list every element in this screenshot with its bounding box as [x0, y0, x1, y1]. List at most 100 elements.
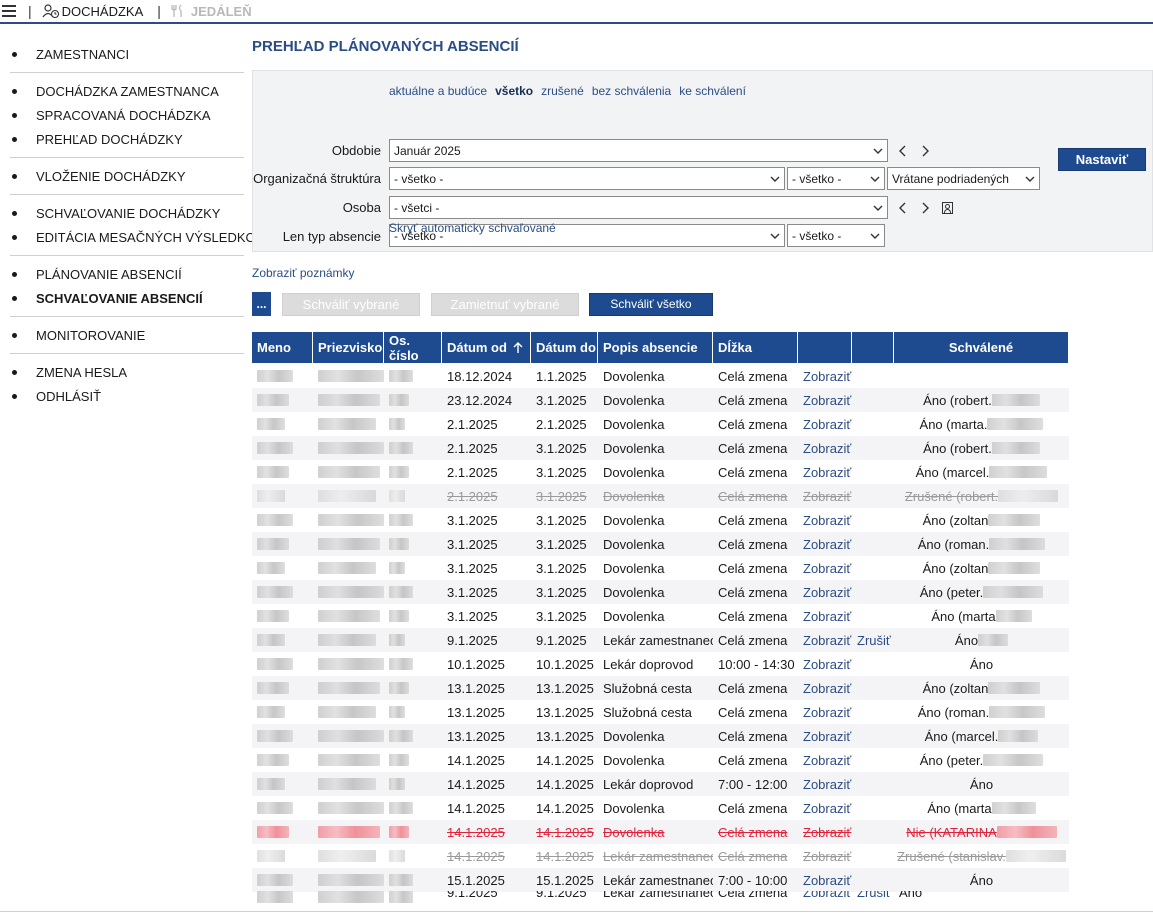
quick-filter-link[interactable]: ke schválení: [679, 84, 746, 98]
show-link[interactable]: Zobraziť: [803, 753, 851, 768]
cell-to: 13.1.2025: [536, 704, 594, 720]
nastavit-button[interactable]: Nastaviť: [1058, 148, 1146, 171]
show-link[interactable]: Zobraziť: [803, 585, 851, 600]
sidebar-item[interactable]: ZMENA HESLA: [10, 360, 244, 384]
typ-sub-select[interactable]: - všetko -: [787, 224, 885, 247]
show-link[interactable]: Zobraziť: [803, 825, 851, 840]
column-header[interactable]: Schválené: [894, 332, 1069, 363]
next-person-button[interactable]: [918, 201, 932, 215]
table-row[interactable]: 3.1.2025 3.1.2025 Dovolenka Celá zmena Zobra…: [252, 508, 1069, 532]
table-row[interactable]: 2.1.2025 3.1.2025 Dovolenka Celá zmena Zobra…: [252, 460, 1069, 484]
sidebar-item[interactable]: SPRACOVANÁ DOCHÁDZKA: [10, 103, 244, 127]
cell-to: 2.1.2025: [536, 416, 587, 432]
org-sub-select[interactable]: - všetko -: [787, 167, 885, 190]
column-header[interactable]: Popis absencie: [598, 332, 713, 363]
show-link[interactable]: Zobraziť: [803, 681, 851, 696]
sidebar-item[interactable]: EDITÁCIA MESAČNÝCH VÝSLEDKOV: [10, 225, 264, 249]
table-row[interactable]: 2.1.2025 3.1.2025 Dovolenka Celá zmena Zobra…: [252, 436, 1069, 460]
table-row[interactable]: 13.1.2025 13.1.2025 Dovolenka Celá zmena Zob…: [252, 724, 1069, 748]
prev-person-button[interactable]: [896, 201, 910, 215]
table-row[interactable]: 23.12.2024 3.1.2025 Dovolenka Celá zmena Zob…: [252, 388, 1069, 412]
table-row[interactable]: 14.1.2025 14.1.2025 Lekár doprovod 7:00 - 1…: [252, 772, 1069, 796]
show-link[interactable]: Zobraziť: [803, 393, 851, 408]
show-link[interactable]: Zobraziť: [803, 729, 851, 744]
table-row[interactable]: 9.1.2025 9.1.2025 Lekár zamestnanec Celá zm…: [252, 628, 1069, 652]
column-header[interactable]: Priezvisko: [313, 332, 384, 363]
show-link[interactable]: Zobraziť: [803, 891, 851, 900]
show-link[interactable]: Zobraziť: [803, 849, 851, 864]
show-link[interactable]: Zobraziť: [803, 369, 851, 384]
approve-selected-button[interactable]: Schváliť vybrané: [282, 292, 420, 316]
person-card-icon[interactable]: [942, 201, 953, 214]
table-row[interactable]: 3.1.2025 3.1.2025 Dovolenka Celá zmena Zobra…: [252, 532, 1069, 556]
quick-filter-link[interactable]: zrušené: [541, 84, 584, 98]
table-row[interactable]: 3.1.2025 3.1.2025 Dovolenka Celá zmena Zobra…: [252, 556, 1069, 580]
redacted-text: [257, 826, 289, 838]
show-link[interactable]: Zobraziť: [803, 537, 851, 552]
table-row[interactable]: 15.1.2025 15.1.2025 Lekár zamestnanec 7:00 …: [252, 868, 1069, 892]
sidebar-item[interactable]: MONITOROVANIE: [10, 323, 244, 347]
more-options-button[interactable]: ...: [252, 292, 271, 316]
show-notes-link[interactable]: Zobraziť poznámky: [252, 266, 1152, 282]
org-incl-select[interactable]: Vrátane podriadených: [887, 167, 1040, 190]
table-row[interactable]: 14.1.2025 14.1.2025 Dovolenka Celá zmena Zob…: [252, 796, 1069, 820]
table-row[interactable]: 2.1.2025 3.1.2025 Dovolenka Celá zmena Zobra…: [252, 484, 1069, 508]
cancel-link[interactable]: Zrušiť: [857, 633, 891, 648]
show-link[interactable]: Zobraziť: [803, 441, 851, 456]
table-row[interactable]: 14.1.2025 14.1.2025 Dovolenka Celá zmena Zob…: [252, 748, 1069, 772]
hide-auto-approved-link[interactable]: Skryť automaticky schvaľované: [389, 221, 556, 235]
quick-filter-link[interactable]: aktuálne a budúce: [389, 84, 487, 98]
show-link[interactable]: Zobraziť: [803, 609, 851, 624]
menu-icon[interactable]: [2, 5, 16, 17]
reject-selected-button[interactable]: Zamietnuť vybrané: [431, 292, 579, 316]
sidebar-item[interactable]: PLÁNOVANIE ABSENCIÍ: [10, 262, 244, 286]
show-link[interactable]: Zobraziť: [803, 777, 851, 792]
table-row[interactable]: 3.1.2025 3.1.2025 Dovolenka Celá zmena Zobra…: [252, 580, 1069, 604]
nav-jedalen[interactable]: JEDÁLEŇ: [171, 4, 252, 19]
show-link[interactable]: Zobraziť: [803, 633, 851, 648]
table-cell: Zobraziť: [798, 484, 852, 508]
show-link[interactable]: Zobraziť: [803, 873, 851, 888]
sidebar-item[interactable]: SCHVAĽOVANIE DOCHÁDZKY: [10, 201, 244, 225]
sidebar-item[interactable]: ODHLÁSIŤ: [10, 384, 244, 408]
cell-desc: Služobná cesta: [603, 680, 692, 696]
quick-filter-link[interactable]: všetko: [495, 84, 533, 98]
nav-dochadzka[interactable]: DOCHÁDZKA: [42, 4, 143, 19]
approve-all-button[interactable]: Schváliť všetko: [589, 292, 713, 316]
quick-filter-link[interactable]: bez schválenia: [592, 84, 671, 98]
table-row[interactable]: 18.12.2024 1.1.2025 Dovolenka Celá zmena Zob…: [252, 364, 1069, 388]
sidebar-item[interactable]: PREHĽAD DOCHÁDZKY: [10, 127, 244, 151]
sidebar-item[interactable]: ZAMESTNANCI: [10, 42, 244, 66]
osoba-select[interactable]: - všetci -: [389, 196, 888, 219]
show-link[interactable]: Zobraziť: [803, 417, 851, 432]
show-link[interactable]: Zobraziť: [803, 657, 851, 672]
column-header[interactable]: Os. číslo: [384, 332, 442, 363]
sidebar-item[interactable]: VLOŽENIE DOCHÁDZKY: [10, 164, 244, 188]
approved-by: Áno: [969, 776, 994, 792]
show-link[interactable]: Zobraziť: [803, 489, 851, 504]
next-period-button[interactable]: [918, 144, 932, 158]
org-select[interactable]: - všetko -: [389, 167, 785, 190]
table-row[interactable]: 13.1.2025 13.1.2025 Služobná cesta Celá zme…: [252, 700, 1069, 724]
table-row[interactable]: 13.1.2025 13.1.2025 Služobná cesta Celá zme…: [252, 676, 1069, 700]
show-link[interactable]: Zobraziť: [803, 705, 851, 720]
show-link[interactable]: Zobraziť: [803, 801, 851, 816]
column-header[interactable]: Meno: [252, 332, 313, 363]
table-row[interactable]: 10.1.2025 10.1.2025 Lekár doprovod 10:00 - …: [252, 652, 1069, 676]
table-row[interactable]: 14.1.2025 14.1.2025 Dovolenka Celá zmena Zob…: [252, 820, 1069, 844]
show-link[interactable]: Zobraziť: [803, 465, 851, 480]
sidebar-item[interactable]: SCHVAĽOVANIE ABSENCIÍ: [10, 286, 244, 310]
column-header[interactable]: Dátum od: [442, 332, 531, 363]
prev-period-button[interactable]: [896, 144, 910, 158]
cancel-link[interactable]: Zrušiť: [857, 891, 891, 900]
show-link[interactable]: Zobraziť: [803, 513, 851, 528]
column-header[interactable]: Dĺžka: [713, 332, 798, 363]
table-row[interactable]: 2.1.2025 2.1.2025 Dovolenka Celá zmena Zobra…: [252, 412, 1069, 436]
redacted-text: [389, 891, 413, 903]
column-header[interactable]: Dátum do: [531, 332, 598, 363]
sidebar-item[interactable]: DOCHÁDZKA ZAMESTNANCA: [10, 79, 244, 103]
show-link[interactable]: Zobraziť: [803, 561, 851, 576]
obdobie-select[interactable]: Január 2025: [389, 139, 888, 162]
table-row[interactable]: 14.1.2025 14.1.2025 Lekár zamestnanec Celá …: [252, 844, 1069, 868]
table-row[interactable]: 3.1.2025 3.1.2025 Dovolenka Celá zmena Zobra…: [252, 604, 1069, 628]
